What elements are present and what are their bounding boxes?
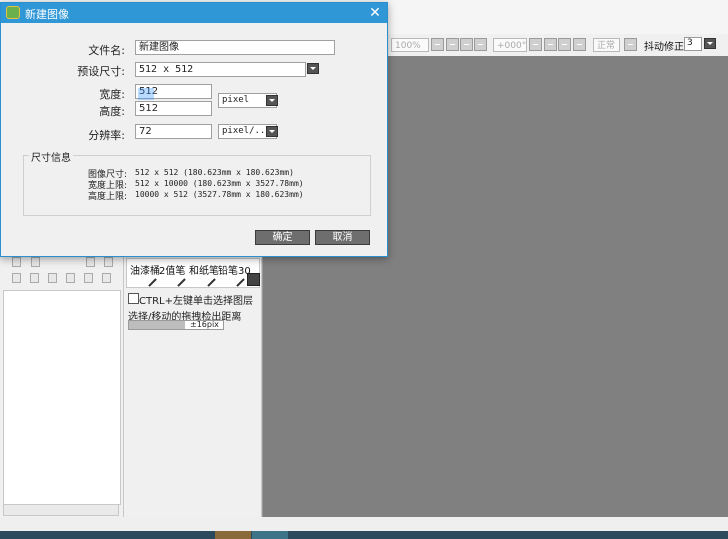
height-input[interactable]: 512 [135,101,212,116]
layer-icon[interactable] [12,257,21,267]
layer-list-scrollbar[interactable] [3,504,119,516]
layer-icon[interactable] [48,273,57,283]
new-image-dialog: 新建图像 ✕ 文件名: 新建图像 预设尺寸: 512 x 512 宽度: 512… [0,2,388,257]
layer-icon[interactable] [104,257,113,267]
layer-icon[interactable] [30,273,39,283]
layer-icon[interactable] [86,257,95,267]
status-strip [0,517,728,531]
angle-dropdown[interactable] [529,38,542,51]
preset-size-label: 预设尺寸: [77,65,125,78]
height-label: 高度: [99,105,125,118]
drag-distance-value: ±16pix [190,320,219,329]
rotate-right-button[interactable] [558,38,571,51]
flip-button[interactable] [624,38,637,51]
zoom-dropdown[interactable] [431,38,444,51]
ctrl-click-checkbox[interactable] [128,293,139,304]
zoom-out-button[interactable] [446,38,459,51]
layer-icon[interactable] [102,273,111,283]
layer-icon[interactable] [84,273,93,283]
width-label: 宽度: [99,88,125,101]
resolution-unit-dropdown-icon[interactable] [266,126,278,137]
resolution-input[interactable]: 72 [135,124,212,139]
rotate-reset-button[interactable] [573,38,586,51]
app-logo-icon [6,6,20,19]
zoom-reset-button[interactable] [474,38,487,51]
width-selection [138,88,154,100]
image-size-value: 512 x 512 (180.623mm x 180.623mm) [135,168,294,177]
width-limit-value: 512 x 10000 (180.623mm x 3527.78mm) [135,179,304,188]
layer-icon[interactable] [31,257,40,267]
drag-distance-fill [129,321,185,329]
ctrl-click-label: CTRL+左键单击选择图层 [139,296,253,307]
tool-more-icon[interactable] [247,273,260,286]
preset-size-select[interactable]: 512 x 512 [135,62,306,77]
cancel-button[interactable]: 取消 [315,230,370,245]
filename-input[interactable]: 新建图像 [135,40,335,55]
preset-dropdown-icon[interactable] [307,63,319,74]
taskbar-item[interactable] [252,531,288,539]
stabilizer-select[interactable]: 3 [684,37,702,51]
height-limit-value: 10000 x 512 (3527.78mm x 180.623mm) [135,190,304,199]
layer-list[interactable] [3,290,121,505]
angle-field[interactable]: +000° [493,38,527,52]
trash-icon[interactable] [66,273,75,283]
ok-button[interactable]: 确定 [255,230,310,245]
size-info-title: 尺寸信息 [29,149,73,164]
stabilizer-label: 抖动修正 [644,42,684,53]
filename-label: 文件名: [88,44,125,57]
zoom-in-button[interactable] [460,38,473,51]
close-icon[interactable]: ✕ [365,4,385,22]
rotate-left-button[interactable] [544,38,557,51]
unit-dropdown-icon[interactable] [266,95,278,106]
dialog-title: 新建图像 [25,8,69,21]
blend-mode-field[interactable]: 正常 [593,38,620,52]
height-limit-label: 高度上限: [87,192,127,202]
stabilizer-dropdown-icon[interactable] [704,38,716,49]
taskbar-item[interactable] [215,531,251,539]
resolution-label: 分辨率: [88,129,125,142]
taskbar [0,531,728,539]
zoom-field[interactable]: 100% [391,38,429,52]
layer-icon[interactable] [12,273,21,283]
